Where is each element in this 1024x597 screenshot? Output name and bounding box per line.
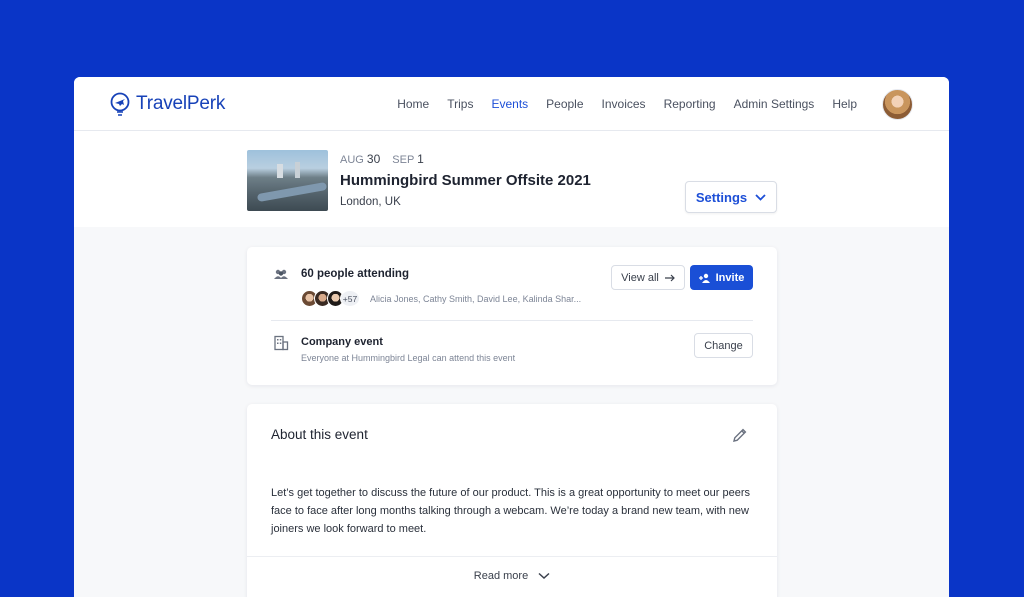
divider bbox=[247, 556, 777, 557]
invite-label: Invite bbox=[715, 271, 745, 284]
nav-home[interactable]: Home bbox=[397, 97, 429, 111]
attendee-avatars[interactable]: +57 Alicia Jones, Cathy Smith, David Lee… bbox=[301, 290, 581, 307]
nav-reporting[interactable]: Reporting bbox=[664, 97, 716, 111]
plane-logo-icon bbox=[110, 92, 130, 116]
event-title: Hummingbird Summer Offsite 2021 bbox=[340, 172, 591, 189]
building-icon bbox=[274, 335, 289, 351]
app-window: TravelPerk Home Trips Events People Invo… bbox=[74, 77, 949, 597]
event-header: AUG 30 SEP 1 Hummingbird Summer Offsite … bbox=[74, 131, 949, 227]
top-navigation: TravelPerk Home Trips Events People Invo… bbox=[74, 77, 949, 131]
main-nav: Home Trips Events People Invoices Report… bbox=[397, 97, 857, 111]
add-user-icon bbox=[698, 273, 710, 283]
logo[interactable]: TravelPerk bbox=[110, 92, 225, 116]
attendance-card: 60 people attending +57 Alicia Jones, Ca… bbox=[247, 247, 777, 385]
company-event-title: Company event bbox=[301, 336, 383, 348]
event-thumbnail bbox=[247, 150, 328, 211]
brand-name: TravelPerk bbox=[136, 93, 226, 114]
read-more-label: Read more bbox=[473, 570, 529, 582]
more-attendees-badge: +57 bbox=[340, 290, 360, 307]
arrow-right-icon bbox=[664, 274, 675, 281]
invite-button[interactable]: Invite bbox=[690, 265, 753, 290]
about-description: Let’s get together to discuss the future… bbox=[271, 487, 750, 535]
chevron-down-icon bbox=[538, 572, 550, 580]
nav-invoices[interactable]: Invoices bbox=[602, 97, 646, 111]
nav-admin-settings[interactable]: Admin Settings bbox=[734, 97, 815, 111]
company-event-subtitle: Everyone at Hummingbird Legal can attend… bbox=[301, 353, 516, 363]
nav-trips[interactable]: Trips bbox=[447, 97, 473, 111]
about-card: About this event Let’s get together to d… bbox=[247, 404, 777, 597]
nav-people[interactable]: People bbox=[546, 97, 583, 111]
event-dates: AUG 30 SEP 1 bbox=[340, 152, 424, 166]
read-more-button[interactable]: Read more bbox=[247, 570, 777, 582]
settings-label: Settings bbox=[695, 189, 748, 205]
view-all-label: View all bbox=[621, 271, 659, 284]
people-icon bbox=[274, 269, 288, 279]
nav-events[interactable]: Events bbox=[491, 97, 528, 111]
attendee-names: Alicia Jones, Cathy Smith, David Lee, Ka… bbox=[370, 293, 582, 304]
end-date: SEP 1 bbox=[392, 152, 424, 166]
user-avatar[interactable] bbox=[882, 89, 913, 120]
view-all-button[interactable]: View all bbox=[611, 265, 685, 290]
settings-button[interactable]: Settings bbox=[685, 181, 777, 213]
nav-help[interactable]: Help bbox=[832, 97, 857, 111]
divider bbox=[271, 320, 753, 321]
start-date: AUG 30 bbox=[340, 152, 381, 166]
change-button[interactable]: Change bbox=[694, 333, 753, 358]
event-location: London, UK bbox=[340, 196, 401, 208]
chevron-down-icon bbox=[755, 193, 766, 201]
pencil-icon[interactable] bbox=[732, 427, 748, 443]
attendance-count: 60 people attending bbox=[301, 268, 409, 280]
about-title: About this event bbox=[271, 427, 368, 442]
